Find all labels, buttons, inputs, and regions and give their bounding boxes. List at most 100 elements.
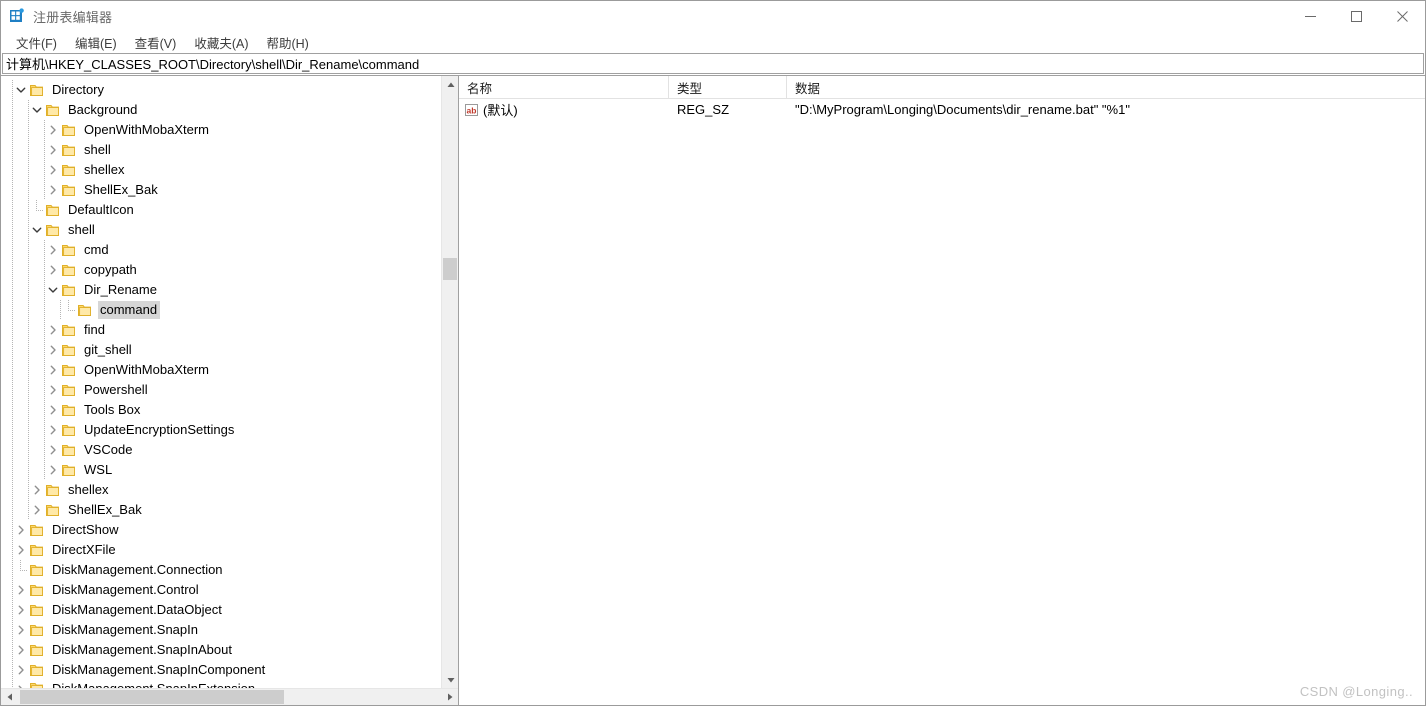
folder-icon bbox=[29, 582, 45, 598]
chevron-right-icon[interactable] bbox=[45, 460, 61, 480]
tree-node-shellex-bak[interactable]: ShellEx_Bak bbox=[1, 500, 441, 520]
menu-bar: 文件(F) 编辑(E) 查看(V) 收藏夫(A) 帮助(H) bbox=[1, 31, 1425, 53]
chevron-right-icon[interactable] bbox=[13, 680, 29, 688]
chevron-right-icon[interactable] bbox=[45, 400, 61, 420]
tree-node-shell[interactable]: shell bbox=[1, 220, 441, 240]
tree-indent bbox=[1, 520, 13, 540]
folder-icon bbox=[61, 382, 77, 398]
column-header-name[interactable]: 名称 bbox=[459, 76, 669, 98]
tree-node-diskmanagement-snapinabout[interactable]: DiskManagement.SnapInAbout bbox=[1, 640, 441, 660]
tree-hscroll-thumb[interactable] bbox=[20, 690, 284, 704]
tree-guide-line bbox=[28, 380, 29, 400]
tree-node-shellex[interactable]: shellex bbox=[1, 480, 441, 500]
values-row[interactable]: ab (默认) REG_SZ "D:\MyProgram\Longing\Docume… bbox=[459, 99, 1425, 120]
tree-node-defaulticon[interactable]: DefaultIcon bbox=[1, 200, 441, 220]
chevron-right-icon[interactable] bbox=[13, 660, 29, 680]
tree-node-tools-box[interactable]: Tools Box bbox=[1, 400, 441, 420]
chevron-right-icon[interactable] bbox=[45, 440, 61, 460]
value-type-cell: REG_SZ bbox=[677, 102, 730, 117]
chevron-down-icon[interactable] bbox=[29, 220, 45, 240]
menu-edit[interactable]: 编辑(E) bbox=[66, 31, 126, 54]
chevron-right-icon[interactable] bbox=[45, 260, 61, 280]
chevron-right-icon[interactable] bbox=[45, 240, 61, 260]
registry-tree[interactable]: Directory Background OpenWithMobaXterm shel… bbox=[1, 76, 441, 688]
tree-node-background[interactable]: Background bbox=[1, 100, 441, 120]
tree-guide-line bbox=[28, 460, 29, 480]
scroll-left-button[interactable] bbox=[1, 689, 18, 705]
chevron-right-icon[interactable] bbox=[29, 480, 45, 500]
tree-node-diskmanagement-snapinextension[interactable]: DiskManagement.SnapInExtension bbox=[1, 680, 441, 688]
tree-node-openwithmobaxterm[interactable]: OpenWithMobaXterm bbox=[1, 120, 441, 140]
tree-node-find[interactable]: find bbox=[1, 320, 441, 340]
tree-node-powershell[interactable]: Powershell bbox=[1, 380, 441, 400]
menu-file[interactable]: 文件(F) bbox=[7, 31, 66, 54]
scroll-up-button[interactable] bbox=[442, 76, 458, 93]
tree-node-cmd[interactable]: cmd bbox=[1, 240, 441, 260]
tree-node-wsl[interactable]: WSL bbox=[1, 460, 441, 480]
tree-node-diskmanagement-connection[interactable]: DiskManagement.Connection bbox=[1, 560, 441, 580]
chevron-right-icon[interactable] bbox=[45, 320, 61, 340]
tree-node-label: DiskManagement.DataObject bbox=[52, 602, 222, 617]
tree-node-vscode[interactable]: VSCode bbox=[1, 440, 441, 460]
folder-icon bbox=[45, 102, 61, 118]
folder-icon bbox=[61, 242, 77, 258]
scroll-right-button[interactable] bbox=[441, 689, 458, 705]
minimize-button[interactable] bbox=[1287, 1, 1333, 31]
tree-node-diskmanagement-dataobject[interactable]: DiskManagement.DataObject bbox=[1, 600, 441, 620]
close-button[interactable] bbox=[1379, 1, 1425, 31]
tree-node-shell[interactable]: shell bbox=[1, 140, 441, 160]
tree-guide-line bbox=[12, 140, 13, 160]
chevron-right-icon[interactable] bbox=[45, 360, 61, 380]
maximize-button[interactable] bbox=[1333, 1, 1379, 31]
chevron-right-icon[interactable] bbox=[45, 120, 61, 140]
scroll-down-button[interactable] bbox=[442, 671, 458, 688]
tree-node-directxfile[interactable]: DirectXFile bbox=[1, 540, 441, 560]
address-input[interactable] bbox=[2, 53, 1424, 74]
column-header-data[interactable]: 数据 bbox=[787, 76, 1425, 98]
tree-node-label: shell bbox=[84, 142, 111, 157]
chevron-down-icon[interactable] bbox=[29, 100, 45, 120]
folder-icon bbox=[29, 82, 45, 98]
tree-indent bbox=[1, 660, 13, 680]
tree-node-shellex[interactable]: shellex bbox=[1, 160, 441, 180]
tree-node-diskmanagement-control[interactable]: DiskManagement.Control bbox=[1, 580, 441, 600]
chevron-right-icon[interactable] bbox=[45, 180, 61, 200]
chevron-right-icon[interactable] bbox=[45, 380, 61, 400]
tree-scroll-thumb[interactable] bbox=[443, 258, 457, 280]
tree-node-git-shell[interactable]: git_shell bbox=[1, 340, 441, 360]
column-header-type[interactable]: 类型 bbox=[669, 76, 787, 98]
tree-node-directshow[interactable]: DirectShow bbox=[1, 520, 441, 540]
chevron-right-icon[interactable] bbox=[13, 640, 29, 660]
chevron-right-icon[interactable] bbox=[13, 580, 29, 600]
menu-help[interactable]: 帮助(H) bbox=[257, 31, 317, 54]
tree-indent bbox=[1, 120, 45, 140]
tree-horizontal-scrollbar[interactable] bbox=[1, 688, 458, 705]
chevron-right-icon[interactable] bbox=[29, 500, 45, 520]
values-list[interactable]: ab (默认) REG_SZ "D:\MyProgram\Longing\Docume… bbox=[459, 99, 1425, 705]
chevron-down-icon[interactable] bbox=[13, 80, 29, 100]
chevron-right-icon[interactable] bbox=[45, 140, 61, 160]
tree-node-dir-rename[interactable]: Dir_Rename bbox=[1, 280, 441, 300]
folder-icon bbox=[61, 342, 77, 358]
tree-node-directory[interactable]: Directory bbox=[1, 80, 441, 100]
tree-node-updateencryptionsettings[interactable]: UpdateEncryptionSettings bbox=[1, 420, 441, 440]
chevron-right-icon[interactable] bbox=[13, 540, 29, 560]
tree-node-copypath[interactable]: copypath bbox=[1, 260, 441, 280]
chevron-right-icon[interactable] bbox=[13, 600, 29, 620]
tree-node-shellex-bak[interactable]: ShellEx_Bak bbox=[1, 180, 441, 200]
tree-guide-line bbox=[12, 420, 13, 440]
chevron-right-icon[interactable] bbox=[13, 620, 29, 640]
menu-favorites[interactable]: 收藏夫(A) bbox=[185, 31, 257, 54]
tree-node-command[interactable]: command bbox=[1, 300, 441, 320]
chevron-right-icon[interactable] bbox=[45, 420, 61, 440]
chevron-right-icon[interactable] bbox=[45, 160, 61, 180]
chevron-down-icon[interactable] bbox=[45, 280, 61, 300]
tree-node-diskmanagement-snapin[interactable]: DiskManagement.SnapIn bbox=[1, 620, 441, 640]
tree-vertical-scrollbar[interactable] bbox=[441, 76, 458, 688]
chevron-right-icon[interactable] bbox=[13, 520, 29, 540]
value-name-cell: ab (默认) bbox=[459, 100, 669, 119]
chevron-right-icon[interactable] bbox=[45, 340, 61, 360]
menu-view[interactable]: 查看(V) bbox=[126, 31, 186, 54]
tree-node-openwithmobaxterm[interactable]: OpenWithMobaXterm bbox=[1, 360, 441, 380]
tree-node-diskmanagement-snapincomponent[interactable]: DiskManagement.SnapInComponent bbox=[1, 660, 441, 680]
